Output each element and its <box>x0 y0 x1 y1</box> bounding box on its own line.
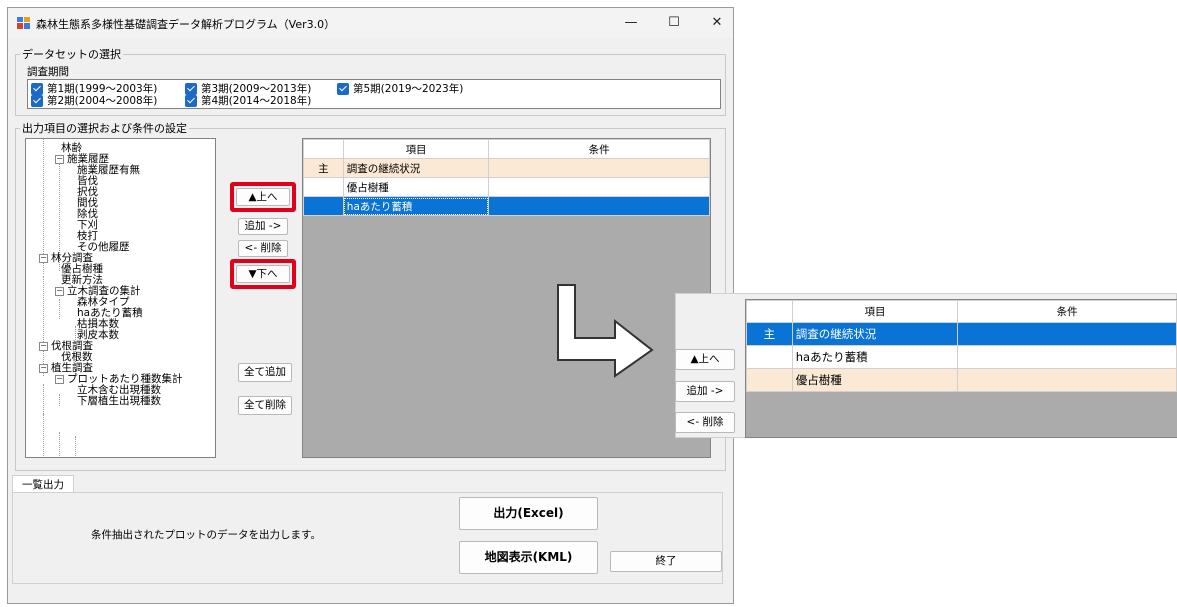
row-header <box>746 345 793 369</box>
remove-all-button[interactable]: 全て削除 <box>238 396 292 415</box>
item-cell[interactable]: 調査の継続状況 <box>342 158 490 178</box>
collapse-icon[interactable]: − <box>39 363 48 373</box>
zoom-add-button[interactable]: 追加 -> <box>675 381 735 402</box>
row-header: 主 <box>303 158 344 178</box>
row-header <box>303 177 344 197</box>
item-cell[interactable]: haあたり蓄積 <box>342 196 490 216</box>
collapse-icon[interactable]: − <box>55 374 64 384</box>
table-row-selected[interactable]: 主 調査の継続状況 <box>746 322 1177 346</box>
list-output-description: 条件抽出されたプロットのデータを出力します。 <box>91 529 321 541</box>
period-2-label: 第2期(2004～2008年) <box>47 95 158 107</box>
row-header <box>746 368 793 392</box>
checkbox-icon <box>337 82 349 95</box>
item-cell[interactable]: 優占樹種 <box>342 177 490 197</box>
remove-button[interactable]: <- 削除 <box>238 240 288 257</box>
arrow-right-icon <box>557 284 654 378</box>
app-icon <box>17 17 30 29</box>
period-label: 調査期間 <box>27 66 69 78</box>
column-header-item[interactable]: 項目 <box>791 300 959 323</box>
condition-cell[interactable] <box>488 177 710 197</box>
zoom-remove-button[interactable]: <- 削除 <box>675 412 735 433</box>
add-all-button[interactable]: 全て追加 <box>238 363 292 382</box>
column-header-condition[interactable]: 条件 <box>957 300 1177 323</box>
maximize-button[interactable]: ☐ <box>664 14 684 32</box>
window-title: 森林生態系多様性基礎調査データ解析プログラム（Ver3.0） <box>36 18 336 31</box>
table-row[interactable]: 主 調査の継続状況 <box>303 158 710 178</box>
checkbox-icon <box>185 94 197 107</box>
title-bar: 森林生態系多様性基礎調査データ解析プログラム（Ver3.0） — ☐ ✕ <box>8 8 733 38</box>
item-cell[interactable]: 調査の継続状況 <box>791 322 959 346</box>
table-row[interactable]: 優占樹種 <box>303 177 710 197</box>
map-kml-button[interactable]: 地図表示(KML) <box>459 541 598 574</box>
collapse-icon[interactable]: − <box>55 154 64 164</box>
grid-corner <box>303 139 344 159</box>
period-4-checkbox[interactable]: 第4期(2014～2018年) <box>185 93 311 108</box>
add-button[interactable]: 追加 -> <box>238 218 288 235</box>
minimize-button[interactable]: — <box>621 14 641 32</box>
zoom-move-up-button[interactable]: ▲上へ <box>675 349 735 370</box>
condition-cell[interactable] <box>957 368 1177 392</box>
grid-corner <box>746 300 793 323</box>
column-header-item[interactable]: 項目 <box>342 139 490 159</box>
condition-cell[interactable] <box>957 345 1177 369</box>
period-5-label: 第5期(2019～2023年) <box>353 83 464 95</box>
table-row[interactable]: 優占樹種 <box>746 368 1177 392</box>
period-5-checkbox[interactable]: 第5期(2019～2023年) <box>337 81 463 96</box>
export-excel-button[interactable]: 出力(Excel) <box>459 497 598 530</box>
row-header <box>303 196 344 216</box>
condition-cell[interactable] <box>488 158 710 178</box>
row-header: 主 <box>746 322 793 346</box>
item-cell[interactable]: haあたり蓄積 <box>791 345 959 369</box>
item-tree[interactable]: 林齢 − 施業履歴 施業履歴有無 皆伐 択伐 間伐 除伐 下刈 枝打 その他履歴 … <box>25 138 216 458</box>
table-row-selected[interactable]: haあたり蓄積 <box>303 196 710 216</box>
column-header-condition[interactable]: 条件 <box>488 139 710 159</box>
table-row[interactable]: haあたり蓄積 <box>746 345 1177 369</box>
checkbox-icon <box>31 94 43 107</box>
collapse-icon[interactable]: − <box>39 253 48 263</box>
period-4-label: 第4期(2014～2018年) <box>201 95 312 107</box>
exit-button[interactable]: 終了 <box>610 551 722 572</box>
period-2-checkbox[interactable]: 第2期(2004～2008年) <box>31 93 157 108</box>
dataset-legend: データセットの選択 <box>22 48 121 61</box>
move-down-button[interactable]: ▼下へ <box>236 265 290 283</box>
condition-cell[interactable] <box>957 322 1177 346</box>
condition-cell[interactable] <box>488 196 710 216</box>
tree-item[interactable]: 下層植生出現種数 <box>77 396 161 407</box>
collapse-icon[interactable]: − <box>55 286 64 296</box>
move-up-button[interactable]: ▲上へ <box>236 188 290 206</box>
item-cell[interactable]: 優占樹種 <box>791 368 959 392</box>
collapse-icon[interactable]: − <box>39 341 48 351</box>
close-button[interactable]: ✕ <box>707 14 727 32</box>
output-selection-legend: 出力項目の選択および条件の設定 <box>22 122 187 135</box>
zoom-selected-items-grid[interactable]: 項目 条件 主 調査の継続状況 haあたり蓄積 優占樹種 <box>745 299 1177 438</box>
